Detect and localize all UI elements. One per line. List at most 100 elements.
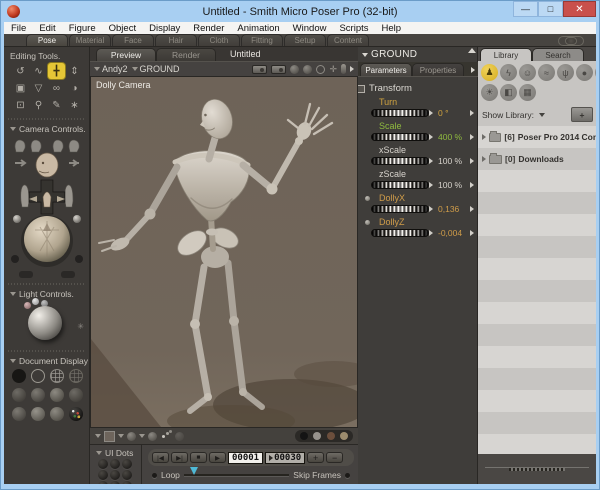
- ui-dot[interactable]: [110, 470, 120, 480]
- ui-dot[interactable]: [122, 481, 132, 484]
- category-figures-icon[interactable]: ♟: [481, 64, 498, 81]
- menu-figure[interactable]: Figure: [69, 23, 96, 34]
- expand-arrow-icon[interactable]: [482, 134, 486, 140]
- style-cartoon-icon[interactable]: [69, 388, 83, 402]
- tab-pose[interactable]: Pose: [26, 34, 68, 46]
- tab-fitting[interactable]: Fitting: [241, 34, 283, 46]
- figure-selector[interactable]: Andy2: [94, 64, 128, 74]
- move-cross-icon[interactable]: ✛: [329, 64, 337, 74]
- dial-flyout-arrow[interactable]: [470, 230, 474, 236]
- play-button[interactable]: ▶: [209, 452, 226, 463]
- color-dot-tan[interactable]: [339, 432, 348, 440]
- show-library-dropdown-icon[interactable]: [538, 112, 545, 117]
- menu-object[interactable]: Object: [109, 23, 136, 34]
- style-texture-shaded-icon[interactable]: [50, 407, 64, 421]
- minimize-button[interactable]: —: [513, 1, 538, 17]
- translate-tool-icon[interactable]: ╋: [48, 63, 65, 79]
- shadow-dropdown-icon[interactable]: [118, 434, 124, 438]
- light-trackball[interactable]: [28, 306, 62, 340]
- ui-dot[interactable]: [122, 459, 132, 469]
- style-silhouette-icon[interactable]: [12, 369, 26, 383]
- category-hands-icon[interactable]: ψ: [557, 64, 574, 81]
- tab-preview[interactable]: Preview: [96, 48, 156, 61]
- dial-slider[interactable]: [371, 205, 433, 213]
- display-style-header[interactable]: Document Display S: [4, 354, 90, 367]
- timeline-scrubber[interactable]: [183, 467, 290, 476]
- add-frames-button[interactable]: +: [307, 452, 325, 463]
- camera-view-icon[interactable]: [252, 64, 268, 74]
- tab-properties[interactable]: Properties: [412, 63, 464, 76]
- chain-break-tool-icon[interactable]: ∞: [48, 80, 65, 96]
- dial-value[interactable]: 0 °: [438, 108, 449, 118]
- style-flat-lined-icon[interactable]: [50, 388, 64, 402]
- keyframe-dot-icon[interactable]: [365, 196, 370, 201]
- category-props-icon[interactable]: ●: [576, 64, 593, 81]
- view-magnifier-tool-icon[interactable]: ⚲: [30, 97, 47, 113]
- ui-dots-header[interactable]: UI Dots: [94, 446, 142, 459]
- resize-grip-dash[interactable]: [509, 468, 565, 471]
- menu-render[interactable]: Render: [193, 23, 224, 34]
- scroll-up-icon[interactable]: [468, 48, 476, 53]
- title-bar[interactable]: Untitled - Smith Micro Poser Pro (32-bit…: [4, 1, 596, 22]
- stop-button[interactable]: ■: [190, 452, 207, 463]
- scale-tool-icon[interactable]: ▣: [12, 80, 29, 96]
- category-lights-icon[interactable]: ☀: [481, 84, 498, 101]
- tab-face[interactable]: Face: [112, 34, 154, 46]
- rotate-tool-icon[interactable]: ↺: [12, 63, 29, 79]
- style-wireframe-icon[interactable]: [50, 369, 64, 383]
- taper-tool-icon[interactable]: ▽: [30, 80, 47, 96]
- tab-cloth[interactable]: Cloth: [198, 34, 240, 46]
- menu-animation[interactable]: Animation: [237, 23, 279, 34]
- category-hair-icon[interactable]: ≈: [538, 64, 555, 81]
- style-lit-wireframe-icon[interactable]: [12, 388, 26, 402]
- dim-ball-icon[interactable]: [175, 431, 184, 441]
- dial-slider[interactable]: [371, 133, 433, 141]
- color-dot-gray[interactable]: [313, 432, 322, 440]
- grouping-tool-icon[interactable]: ⊡: [12, 97, 29, 113]
- menu-file[interactable]: File: [11, 23, 26, 34]
- ui-dot[interactable]: [98, 481, 108, 484]
- menu-window[interactable]: Window: [293, 23, 327, 34]
- dial-value[interactable]: 0,136: [438, 204, 459, 214]
- light-indicator-dot[interactable]: [24, 302, 31, 309]
- bg-style-dropdown-icon[interactable]: [95, 434, 101, 438]
- tracking-ring-icon[interactable]: [316, 64, 326, 74]
- ui-dot[interactable]: [98, 470, 108, 480]
- current-frame-field[interactable]: 00001: [228, 451, 264, 464]
- camera-controls-cluster[interactable]: [7, 135, 87, 281]
- color-dot-black[interactable]: [300, 432, 309, 440]
- category-poses-icon[interactable]: ϟ: [500, 64, 517, 81]
- scrubber-handle[interactable]: [189, 467, 198, 475]
- dial-slider[interactable]: [371, 229, 433, 237]
- depth-cue-ball-icon[interactable]: [290, 64, 300, 74]
- section-collapse-box[interactable]: [357, 84, 365, 93]
- skip-frames-toggle[interactable]: [345, 472, 350, 478]
- actor-selector[interactable]: GROUND: [131, 64, 180, 74]
- first-frame-button[interactable]: |◀: [152, 452, 169, 463]
- dial-slider[interactable]: [371, 181, 433, 189]
- expand-arrow-icon[interactable]: [482, 156, 486, 162]
- tab-material[interactable]: Material: [69, 34, 111, 46]
- dial-flyout-arrow[interactable]: [470, 134, 474, 140]
- direct-manipulation-tool-icon[interactable]: ∗: [66, 97, 83, 113]
- keyframe-dot-icon[interactable]: [365, 220, 370, 225]
- dial-flyout-arrow[interactable]: [470, 110, 474, 116]
- camera-flyout-icon[interactable]: [271, 64, 287, 74]
- light-indicator-dot[interactable]: [32, 298, 39, 305]
- tab-search[interactable]: Search: [532, 48, 584, 61]
- dial-value[interactable]: 100 %: [438, 156, 462, 166]
- style-hidden-line-icon[interactable]: [69, 369, 83, 383]
- tab-parameters[interactable]: Parameters: [360, 63, 412, 76]
- dial-flyout-arrow[interactable]: [470, 158, 474, 164]
- style-smooth-lined-icon[interactable]: [31, 407, 45, 421]
- menu-edit[interactable]: Edit: [39, 23, 55, 34]
- tab-library[interactable]: Library: [480, 48, 532, 61]
- close-button[interactable]: ✕: [563, 1, 596, 17]
- menu-scripts[interactable]: Scripts: [339, 23, 368, 34]
- camera-controls-header[interactable]: Camera Controls.: [4, 122, 90, 135]
- ground-dropdown-icon[interactable]: [139, 434, 145, 438]
- background-color-swatch[interactable]: [104, 430, 115, 442]
- dial-value[interactable]: 400 %: [438, 132, 462, 142]
- light-controls-header[interactable]: Light Controls.: [4, 287, 90, 300]
- tab-content[interactable]: Content: [327, 34, 369, 46]
